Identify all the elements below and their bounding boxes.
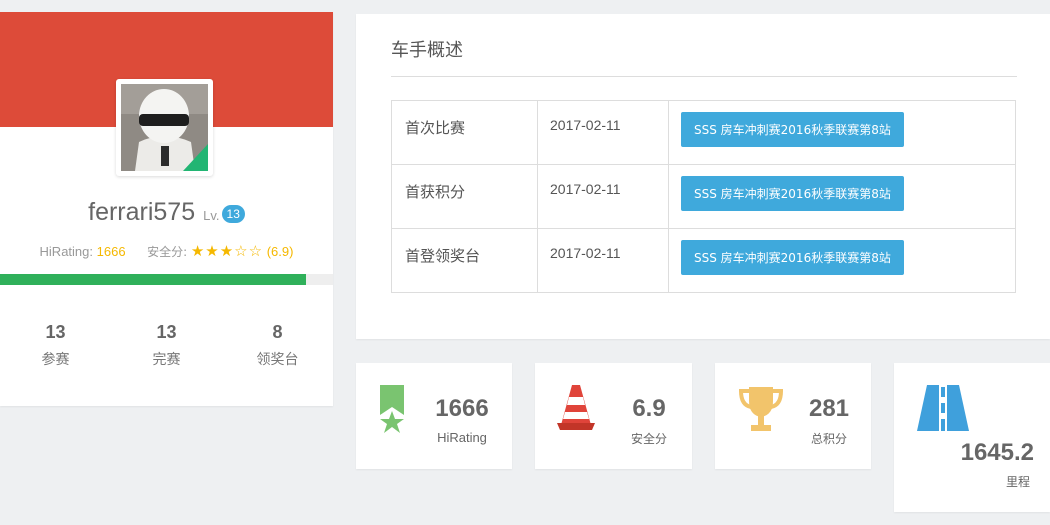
metric-label: 安全分	[630, 432, 667, 446]
row-date: 2017-02-11	[537, 100, 669, 165]
metric-label: HiRating	[437, 430, 487, 445]
metric-card-points: 281 总积分	[715, 363, 871, 469]
row-label: 首登领奖台	[391, 228, 538, 293]
stat-podiums: 8 领奖台	[222, 322, 333, 369]
level-badge: 13	[221, 205, 245, 223]
rating-row: HiRating: 1666 安全分: ★★★☆☆ (6.9)	[0, 242, 333, 260]
table-row: 首次比赛 2017-02-11 SSS 房车冲刺赛2016秋季联赛第8站	[391, 100, 1016, 165]
hirating-label: HiRating:	[39, 244, 93, 259]
level-label: Lv.	[203, 208, 220, 223]
metric-value: 281	[808, 395, 850, 422]
row-event-cell: SSS 房车冲刺赛2016秋季联赛第8站	[668, 100, 1016, 165]
driver-overview-panel: 车手概述 首次比赛 2017-02-11 SSS 房车冲刺赛2016秋季联赛第8…	[356, 14, 1050, 339]
road-icon	[917, 385, 969, 431]
metric-value: 6.9	[632, 395, 666, 422]
medal-icon	[380, 385, 404, 433]
stat-label: 完赛	[152, 352, 181, 368]
row-date: 2017-02-11	[537, 164, 669, 229]
metric-card-hirating: 1666 HiRating	[356, 363, 512, 469]
metric-label: 里程	[1005, 475, 1030, 489]
overview-divider	[391, 76, 1017, 77]
event-button[interactable]: SSS 房车冲刺赛2016秋季联赛第8站	[681, 240, 904, 275]
stat-value: 13	[156, 322, 177, 342]
metric-value: 1645.2	[960, 439, 1034, 466]
row-event-cell: SSS 房车冲刺赛2016秋季联赛第8站	[668, 228, 1016, 293]
stat-races: 13 参赛	[0, 322, 111, 369]
safety-stars: ★★★☆☆	[190, 243, 264, 260]
overview-table: 首次比赛 2017-02-11 SSS 房车冲刺赛2016秋季联赛第8站 首获积…	[391, 100, 1016, 293]
username: ferrari575	[88, 198, 196, 226]
hirating-value: 1666	[96, 244, 126, 259]
safety-score: (6.9)	[266, 244, 294, 259]
stat-label: 领奖台	[256, 352, 299, 368]
event-button[interactable]: SSS 房车冲刺赛2016秋季联赛第8站	[681, 112, 904, 147]
table-row: 首获积分 2017-02-11 SSS 房车冲刺赛2016秋季联赛第8站	[391, 164, 1016, 229]
profile-stats: 13 参赛 13 完赛 8 领奖台	[0, 322, 333, 369]
trophy-icon	[738, 387, 784, 431]
level-progress-fill	[0, 274, 307, 285]
metric-card-mileage: 1645.2 里程	[894, 363, 1050, 512]
avatar[interactable]	[116, 79, 213, 176]
username-row: ferrari575 Lv. 13	[0, 198, 333, 227]
row-event-cell: SSS 房车冲刺赛2016秋季联赛第8站	[668, 164, 1016, 229]
avatar-image	[121, 84, 208, 171]
stat-finished: 13 完赛	[111, 322, 222, 369]
metric-label: 总积分	[810, 432, 847, 446]
traffic-cone-icon	[557, 385, 595, 430]
stat-value: 8	[272, 322, 283, 342]
row-label: 首获积分	[391, 164, 538, 229]
stat-label: 参赛	[41, 352, 70, 368]
row-date: 2017-02-11	[537, 228, 669, 293]
stat-value: 13	[45, 322, 66, 342]
metric-card-safety: 6.9 安全分	[535, 363, 692, 469]
level-progress-bar	[0, 274, 333, 285]
event-button[interactable]: SSS 房车冲刺赛2016秋季联赛第8站	[681, 176, 904, 211]
metric-value: 1666	[435, 395, 489, 422]
safety-label: 安全分:	[147, 245, 188, 259]
table-row: 首登领奖台 2017-02-11 SSS 房车冲刺赛2016秋季联赛第8站	[391, 228, 1016, 293]
overview-title: 车手概述	[391, 40, 463, 61]
profile-card: ferrari575 Lv. 13 HiRating: 1666 安全分: ★★★☆…	[0, 12, 333, 406]
row-label: 首次比赛	[391, 100, 538, 165]
